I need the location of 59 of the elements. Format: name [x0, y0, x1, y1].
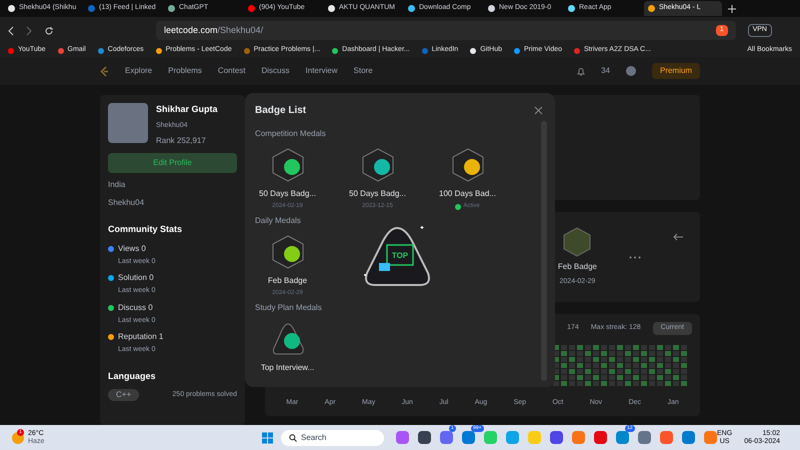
url-text[interactable]: leetcode.com/Shekhu04/ [164, 24, 708, 38]
stat-label: Reputation 1 [118, 331, 164, 343]
profile-rank: Rank 252,917 [156, 135, 207, 147]
nav-link[interactable]: Contest [218, 65, 246, 77]
triangle-badge-icon[interactable] [270, 322, 304, 356]
hexagon-badge-icon[interactable] [450, 148, 484, 182]
logo-icon[interactable] [100, 66, 109, 76]
close-icon[interactable] [534, 106, 543, 115]
premium-button[interactable]: Premium [652, 63, 700, 79]
section-title: Languages [108, 370, 157, 383]
forward-icon[interactable] [26, 26, 32, 36]
section-title: Study Plan Medals [255, 302, 323, 314]
section-title: Competition Medals [255, 128, 327, 140]
section-title: Daily Medals [255, 215, 302, 227]
bell-icon[interactable] [577, 66, 586, 76]
more-icon[interactable] [629, 256, 641, 258]
app-icon[interactable] [440, 431, 454, 444]
nav-link[interactable]: Explore [125, 65, 152, 77]
hexagon-badge-icon[interactable] [270, 235, 304, 269]
stat-label: Solution 0 [118, 272, 154, 284]
new-tab-icon[interactable] [728, 4, 736, 12]
nav-link[interactable]: Discuss [262, 65, 290, 77]
start-icon[interactable] [262, 432, 274, 444]
nav-link[interactable]: Problems [168, 65, 202, 77]
badge-name: Feb Badge [268, 275, 308, 287]
search-icon [289, 434, 298, 442]
app-icon[interactable] [418, 431, 432, 444]
profile-name: Shikhar Gupta [156, 103, 218, 116]
dialog-title: Badge List [255, 104, 306, 118]
language-tag: C++ [108, 389, 140, 401]
arrow-icon[interactable] [673, 233, 684, 241]
app-icon[interactable] [682, 431, 696, 444]
app-icon[interactable] [594, 431, 608, 444]
section-title: Community Stats [108, 223, 184, 236]
nav-link[interactable]: Store [354, 65, 373, 77]
stat-label: Discuss 0 [118, 302, 153, 314]
nav-link[interactable]: Interview [306, 65, 338, 77]
location-text: India [108, 179, 126, 191]
badge-name: 100 Days Bad... [439, 188, 496, 200]
badge-name: 50 Days Badg... [259, 188, 316, 200]
hexagon-badge-icon [563, 226, 592, 257]
back-icon[interactable] [8, 26, 14, 36]
github-text: Shekhu04 [108, 197, 146, 209]
hexagon-badge-icon[interactable] [270, 148, 304, 182]
streak-count[interactable]: 34 [601, 65, 610, 77]
avatar-photo-placeholder [108, 103, 148, 143]
app-icon[interactable] [550, 431, 564, 444]
hexagon-badge-icon[interactable] [360, 148, 394, 182]
badge-name: Top Interview... [260, 362, 314, 374]
reload-icon[interactable] [44, 26, 54, 36]
avatar-icon[interactable] [626, 66, 636, 76]
badge-name: Feb Badge [558, 260, 597, 273]
search-field[interactable]: Search [281, 430, 384, 446]
app-icon[interactable] [638, 431, 652, 444]
check-icon [455, 204, 462, 210]
badge-name: 50 Days Badg... [349, 188, 406, 200]
stat-label: Views 0 [118, 242, 146, 254]
edit-profile-button[interactable]: Edit Profile [108, 153, 237, 173]
app-icon[interactable] [462, 431, 476, 444]
